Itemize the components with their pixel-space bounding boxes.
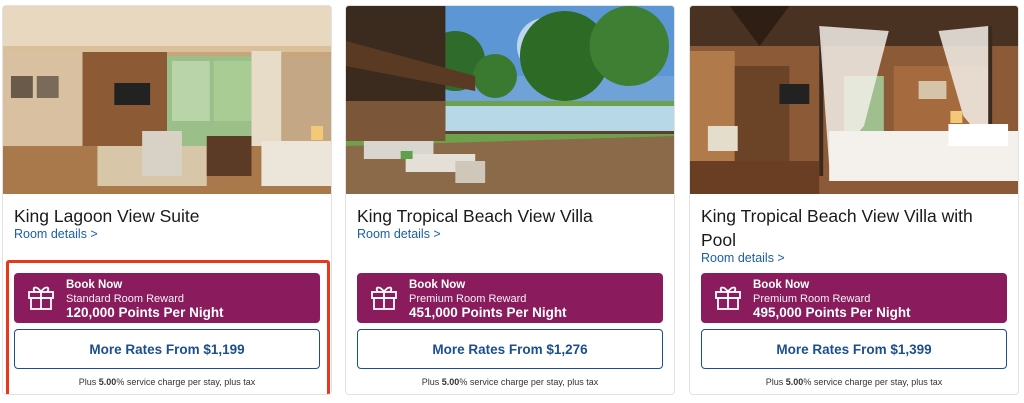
- room-title: King Lagoon View Suite: [14, 206, 200, 226]
- gift-icon: [28, 286, 54, 310]
- room-card-king-tropical-beach-view-villa: King Tropical Beach View Villa Room deta…: [345, 5, 675, 395]
- room-title: King Tropical Beach View Villa: [357, 206, 593, 226]
- room-card-king-lagoon-view-suite: King Lagoon View Suite Room details > Bo…: [2, 5, 332, 395]
- fee-suffix: % service charge per stay, plus tax: [803, 377, 943, 387]
- fee-percent: 5.00: [98, 377, 117, 387]
- points-per-night-label: 451,000 Points Per Night: [409, 305, 567, 320]
- book-now-label: Book Now: [66, 279, 123, 291]
- book-now-button[interactable]: Book Now Premium Room Reward 451,000 Poi…: [357, 273, 663, 323]
- more-rates-button[interactable]: More Rates From $1,399: [701, 329, 1007, 369]
- fee-suffix: % service charge per stay, plus tax: [116, 377, 256, 387]
- service-charge-note: Plus 5.00% service charge per stay, plus…: [3, 377, 331, 387]
- room-details-link[interactable]: Room details >: [357, 227, 441, 241]
- points-per-night-label: 120,000 Points Per Night: [66, 305, 224, 320]
- more-rates-button[interactable]: More Rates From $1,199: [14, 329, 320, 369]
- fee-prefix: Plus: [78, 377, 99, 387]
- book-now-button[interactable]: Book Now Standard Room Reward 120,000 Po…: [14, 273, 320, 323]
- reward-type-label: Premium Room Reward: [409, 293, 527, 305]
- fee-percent: 5.00: [785, 377, 804, 387]
- fee-suffix: % service charge per stay, plus tax: [459, 377, 599, 387]
- points-per-night-label: 495,000 Points Per Night: [753, 305, 911, 320]
- fee-prefix: Plus: [765, 377, 786, 387]
- room-card-king-tropical-beach-view-villa-with-pool: King Tropical Beach View Villa with Pool…: [689, 5, 1019, 395]
- fee-prefix: Plus: [421, 377, 442, 387]
- fee-percent: 5.00: [441, 377, 460, 387]
- service-charge-note: Plus 5.00% service charge per stay, plus…: [346, 377, 674, 387]
- villa-bedroom-photo: [690, 6, 1018, 194]
- gift-icon: [715, 286, 741, 310]
- service-charge-note: Plus 5.00% service charge per stay, plus…: [690, 377, 1018, 387]
- gift-icon: [371, 286, 397, 310]
- book-now-label: Book Now: [753, 279, 810, 291]
- room-details-link[interactable]: Room details >: [14, 227, 98, 241]
- room-title: King Tropical Beach View Villa with Pool: [701, 206, 973, 250]
- book-now-button[interactable]: Book Now Premium Room Reward 495,000 Poi…: [701, 273, 1007, 323]
- villa-deck-photo: [346, 6, 674, 194]
- reward-type-label: Standard Room Reward: [66, 293, 185, 305]
- book-now-label: Book Now: [409, 279, 466, 291]
- reward-type-label: Premium Room Reward: [753, 293, 871, 305]
- room-details-link[interactable]: Room details >: [701, 251, 785, 265]
- more-rates-button[interactable]: More Rates From $1,276: [357, 329, 663, 369]
- suite-interior-photo: [3, 6, 331, 194]
